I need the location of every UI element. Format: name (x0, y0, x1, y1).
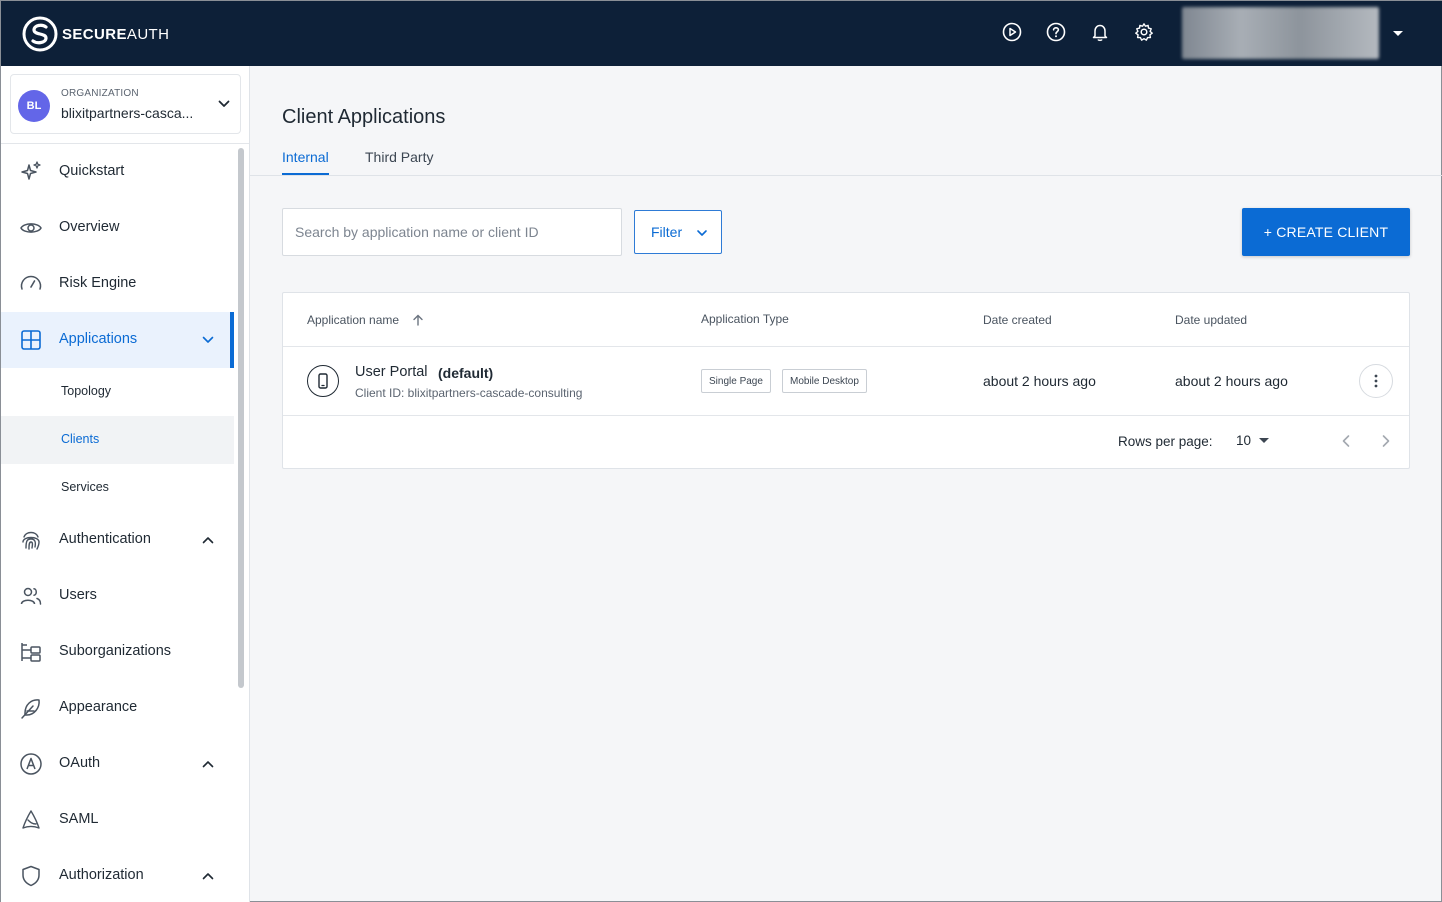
sidebar-subitem-topology[interactable]: Topology (1, 368, 234, 416)
sidebar-item-saml[interactable]: SAML (1, 792, 234, 848)
org-avatar: BL (18, 90, 50, 122)
search-input[interactable] (282, 208, 622, 256)
sidebar-item-label: Topology (61, 384, 112, 398)
sidebar-item-authorization[interactable]: Authorization (1, 848, 234, 902)
secureauth-logo[interactable]: SECUREAUTH (22, 16, 169, 52)
page-title: Client Applications (282, 106, 446, 128)
gauge-icon (20, 275, 42, 290)
divider (283, 346, 1409, 347)
feather-icon (21, 699, 40, 719)
date-updated-cell: about 2 hours ago (1175, 373, 1288, 389)
sidebar-item-label: Users (59, 587, 97, 603)
divider (283, 415, 1409, 416)
sidebar-item-appearance[interactable]: Appearance (1, 680, 234, 736)
divider (250, 175, 1442, 176)
date-created-cell: about 2 hours ago (983, 373, 1096, 389)
mobile-device-icon (307, 365, 339, 397)
sidebar: BL ORGANIZATION blixitpartners-casca... … (1, 66, 250, 902)
sidebar-item-suborganizations[interactable]: Suborganizations (1, 624, 234, 680)
sidebar-item-authentication[interactable]: Authentication (1, 512, 234, 568)
gear-icon[interactable] (1133, 21, 1155, 43)
oauth-icon (20, 753, 42, 775)
saml-icon (22, 810, 40, 829)
sidebar-item-label: OAuth (59, 755, 101, 771)
more-vertical-icon (1374, 374, 1378, 388)
sidebar-item-label: Appearance (59, 699, 138, 715)
clients-table: Application name Application Type Date c… (282, 292, 1410, 469)
sidebar-item-overview[interactable]: Overview (1, 200, 234, 256)
shield-icon (22, 865, 40, 887)
sidebar-item-label: Risk Engine (59, 275, 137, 291)
sidebar-item-quickstart[interactable]: Quickstart (1, 144, 234, 200)
sidebar-item-label: Overview (59, 219, 120, 235)
row-actions-button[interactable] (1359, 364, 1393, 398)
organization-switcher[interactable]: BL ORGANIZATION blixitpartners-casca... (10, 74, 241, 134)
secureauth-logo-icon (22, 16, 58, 52)
play-circle-icon[interactable] (1001, 21, 1023, 43)
application-name-link[interactable]: User Portal (355, 364, 428, 380)
filter-button-label: Filter (651, 224, 683, 240)
chevron-right-icon[interactable] (1379, 433, 1393, 449)
help-icon[interactable] (1045, 21, 1067, 43)
chevron-down-icon (202, 336, 214, 343)
org-label: ORGANIZATION (61, 88, 139, 99)
sidebar-item-label: Services (61, 480, 109, 494)
chevron-left-icon[interactable] (1339, 433, 1353, 449)
client-id: Client ID: blixitpartners-cascade-consul… (355, 386, 583, 400)
sparkles-icon (21, 161, 41, 180)
sort-ascending-icon[interactable] (411, 313, 425, 327)
tab-internal[interactable]: Internal (282, 149, 329, 175)
brand-name: SECUREAUTH (62, 25, 170, 43)
sidebar-item-label: SAML (59, 811, 99, 827)
bell-icon[interactable] (1089, 21, 1111, 43)
chevron-up-icon (202, 761, 214, 768)
column-header-application-type[interactable]: Application Type (701, 312, 789, 326)
sidebar-item-applications[interactable]: Applications (1, 312, 234, 368)
app-type-chip: Single Page (701, 369, 771, 393)
rows-per-page-select[interactable]: 10 (1236, 433, 1270, 448)
fingerprint-icon (22, 531, 40, 550)
org-name: blixitpartners-casca... (61, 105, 194, 121)
create-client-button[interactable]: + CREATE CLIENT (1242, 208, 1410, 256)
sidebar-item-risk-engine[interactable]: Risk Engine (1, 256, 234, 312)
sidebar-item-label: Suborganizations (59, 643, 172, 659)
top-bar: SECUREAUTH (1, 1, 1442, 66)
sidebar-scrollbar[interactable] (238, 148, 244, 688)
chevron-down-icon (218, 100, 230, 107)
app-type-chip: Mobile Desktop (782, 369, 867, 393)
sidebar-item-label: Quickstart (59, 163, 125, 179)
chevron-up-icon (202, 537, 214, 544)
chevron-up-icon (202, 873, 214, 880)
sidebar-subitem-clients[interactable]: Clients (1, 416, 234, 464)
sidebar-item-label: Applications (59, 331, 138, 347)
users-icon (20, 587, 42, 605)
rows-per-page-value: 10 (1236, 433, 1252, 448)
column-header-date-updated[interactable]: Date updated (1175, 313, 1247, 327)
sidebar-item-oauth[interactable]: OAuth (1, 736, 234, 792)
hierarchy-icon (21, 643, 41, 662)
column-header-date-created[interactable]: Date created (983, 313, 1052, 327)
eye-icon (20, 223, 42, 233)
tab-third-party[interactable]: Third Party (365, 149, 433, 173)
default-tag: (default) (438, 365, 494, 381)
column-header-application-name[interactable]: Application name (307, 313, 399, 327)
user-account-button[interactable] (1182, 7, 1379, 59)
sidebar-item-label: Authorization (59, 867, 144, 883)
filter-button[interactable]: Filter (634, 210, 722, 254)
chevron-down-icon (697, 230, 707, 236)
caret-down-icon (1259, 438, 1270, 443)
sidebar-item-label: Clients (61, 432, 100, 446)
sidebar-item-users[interactable]: Users (1, 568, 234, 624)
account-menu-caret-icon[interactable] (1393, 31, 1403, 36)
grid-icon (21, 330, 41, 350)
sidebar-item-label: Authentication (59, 531, 151, 547)
sidebar-subitem-services[interactable]: Services (1, 464, 234, 512)
rows-per-page-label: Rows per page: (1118, 434, 1213, 449)
